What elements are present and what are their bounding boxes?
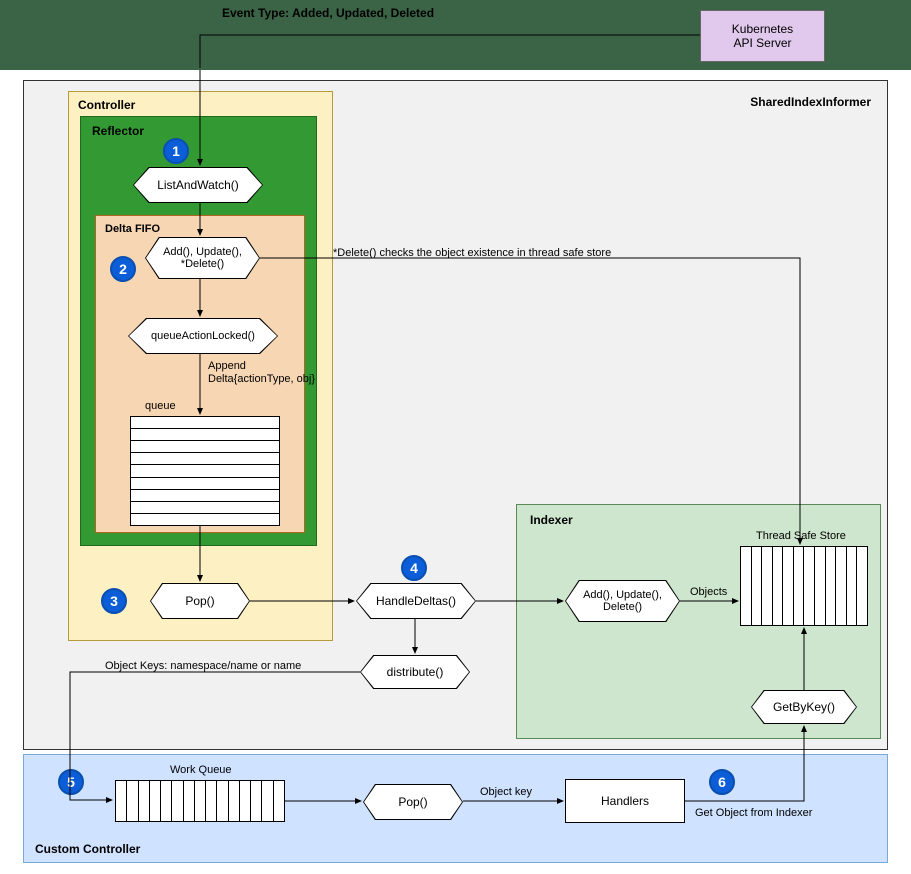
indexer-aud-hex: Add(), Update(), Delete() [565, 580, 680, 622]
handlers-box: Handlers [565, 779, 685, 823]
work-queue [115, 780, 285, 822]
get-object-label: Get Object from Indexer [695, 807, 812, 819]
api-server-box: Kubernetes API Server [700, 10, 825, 62]
badge-2: 2 [110, 256, 136, 282]
add-update-delete-hex: Add(), Update(), *Delete() [145, 237, 260, 279]
sharedindexinformer-title: SharedIndexInformer [750, 95, 871, 109]
thread-safe-store-label: Thread Safe Store [756, 530, 846, 542]
objects-label: Objects [690, 586, 727, 598]
append-label: Append Delta{actionType, obj} [208, 360, 315, 386]
badge-5: 5 [58, 769, 84, 795]
api-server-label: Kubernetes API Server [732, 22, 793, 50]
custom-pop-hex: Pop() [363, 784, 463, 820]
getbykey-hex: GetByKey() [751, 690, 857, 724]
work-queue-label: Work Queue [170, 764, 232, 776]
queue-label: queue [145, 400, 176, 412]
custom-controller-title: Custom Controller [35, 842, 140, 856]
queue-struct [130, 416, 280, 526]
delete-note: *Delete() checks the object existence in… [333, 247, 611, 259]
handlers-label: Handlers [601, 794, 649, 808]
badge-6: 6 [709, 769, 735, 795]
list-watch-hex: ListAndWatch() [133, 167, 263, 203]
indexer-title: Indexer [530, 513, 573, 527]
event-type-label: Event Type: Added, Updated, Deleted [222, 6, 434, 20]
reflector-title: Reflector [92, 124, 144, 138]
distribute-hex: distribute() [360, 655, 470, 689]
handle-deltas-hex: HandleDeltas() [356, 583, 476, 619]
badge-3: 3 [101, 588, 127, 614]
thread-safe-store [740, 546, 868, 626]
queue-action-hex: queueActionLocked() [128, 318, 278, 354]
object-key-label: Object key [480, 786, 532, 798]
badge-1: 1 [163, 138, 189, 164]
object-keys-label: Object Keys: namespace/name or name [105, 660, 301, 672]
pop-hex: Pop() [150, 583, 250, 619]
delta-fifo-title: Delta FIFO [105, 223, 160, 235]
controller-title: Controller [78, 98, 135, 112]
badge-4: 4 [401, 555, 427, 581]
